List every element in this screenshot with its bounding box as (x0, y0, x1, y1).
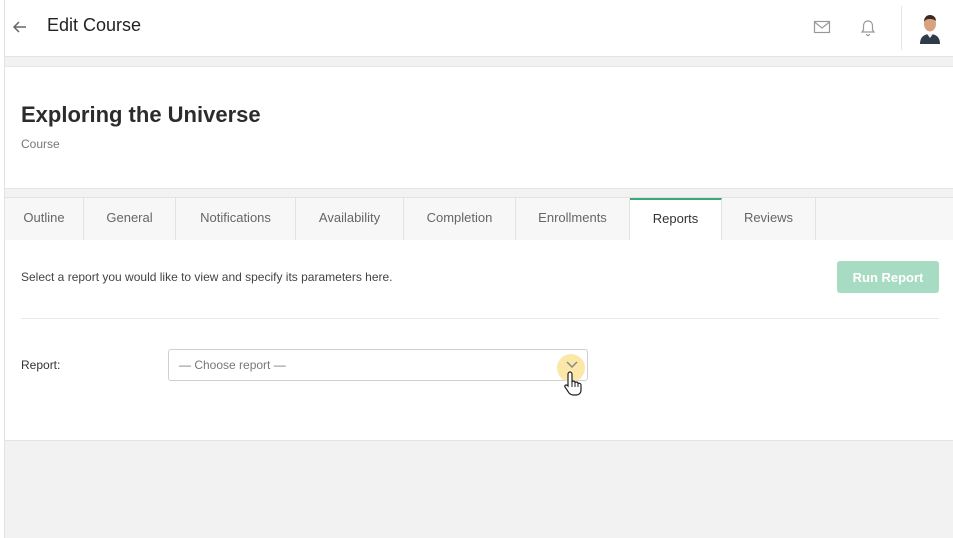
report-select[interactable]: — Choose report — (168, 349, 588, 382)
course-title: Exploring the Universe (21, 102, 261, 127)
tab-notifications[interactable]: Notifications (176, 198, 296, 240)
tab-completion[interactable]: Completion (404, 198, 516, 240)
app-frame: Edit Course Exploring the Universe Cours… (4, 0, 953, 538)
tab-reports[interactable]: Reports (630, 198, 722, 241)
hand-cursor-icon (564, 371, 582, 396)
mail-icon (813, 20, 831, 34)
bell-icon (860, 20, 876, 37)
tab-outline[interactable]: Outline (5, 198, 84, 240)
section-divider (21, 318, 939, 319)
course-header: Exploring the Universe Course (5, 66, 953, 189)
notifications-button[interactable] (860, 19, 880, 39)
reports-panel: Select a report you would like to view a… (5, 240, 953, 441)
top-bar: Edit Course (5, 0, 953, 57)
report-select-value: — Choose report — (179, 358, 286, 372)
tab-general[interactable]: General (84, 198, 176, 240)
user-avatar[interactable] (915, 12, 945, 44)
reports-intro-text: Select a report you would like to view a… (21, 270, 393, 284)
run-report-button[interactable]: Run Report (837, 261, 939, 293)
course-type: Course (21, 137, 60, 151)
arrow-left-icon (12, 21, 26, 33)
topbar-divider (901, 6, 902, 50)
tab-enrollments[interactable]: Enrollments (516, 198, 630, 240)
chevron-down-icon (566, 361, 578, 369)
back-button[interactable] (12, 14, 32, 38)
tab-availability[interactable]: Availability (296, 198, 404, 240)
page-title: Edit Course (47, 15, 142, 35)
course-tabs: Outline General Notifications Availabili… (5, 197, 953, 241)
report-label: Report: (21, 358, 61, 372)
avatar-icon (920, 15, 940, 44)
mail-button[interactable] (813, 19, 833, 39)
tab-reviews[interactable]: Reviews (722, 198, 816, 240)
